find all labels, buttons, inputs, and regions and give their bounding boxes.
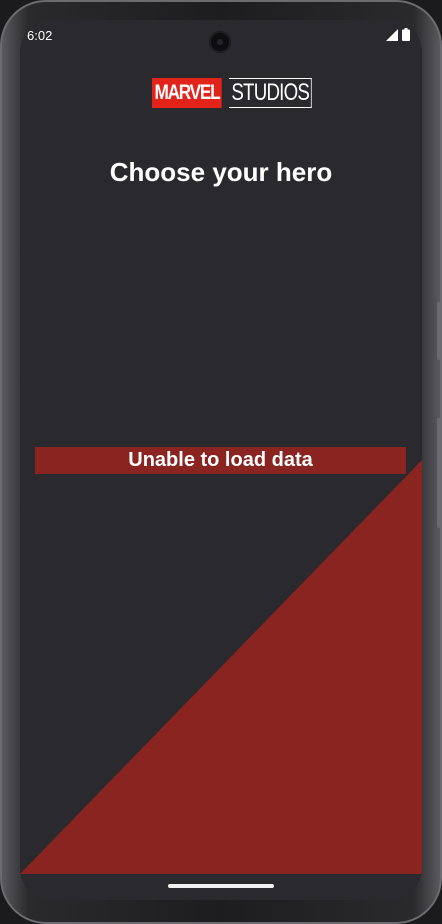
power-button (437, 302, 441, 360)
error-banner: Unable to load data (35, 447, 406, 474)
status-icons (386, 28, 410, 41)
volume-button (437, 418, 441, 528)
battery-icon (402, 28, 410, 41)
front-camera (209, 31, 231, 53)
marvel-studios-logo: MARVEL STUDIOS (152, 78, 335, 108)
phone-device-frame: 6:02 MARVEL STUDIOS Choose your hero Una… (0, 0, 442, 924)
logo-marvel-text: MARVEL (152, 78, 222, 108)
app-screen: 6:02 MARVEL STUDIOS Choose your hero Una… (20, 20, 422, 900)
signal-icon (386, 28, 398, 41)
home-gesture-handle[interactable] (168, 884, 274, 888)
status-time: 6:02 (27, 28, 53, 43)
page-title: Choose your hero (109, 157, 333, 187)
logo-studios-text: STUDIOS (229, 78, 312, 108)
